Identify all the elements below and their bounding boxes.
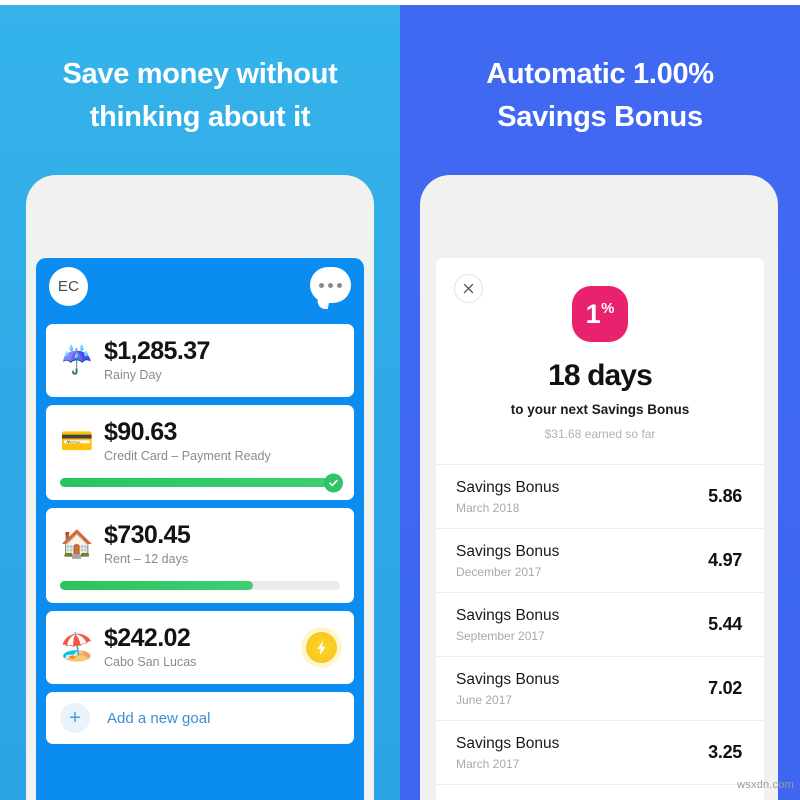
- right-headline-line-2: Savings Bonus: [497, 101, 703, 133]
- ellipsis-dot: [319, 282, 324, 288]
- goal-card-main: 🏖️ $242.02 Cabo San Lucas: [60, 624, 340, 671]
- chat-bubble-ellipsis-icon[interactable]: [310, 267, 351, 303]
- goal-label: Rainy Day: [104, 368, 162, 382]
- transaction-amount: 5.44: [708, 614, 742, 634]
- transaction-text: Savings Bonus September 2017: [456, 606, 559, 644]
- bonus-rate-badge: 1 %: [572, 286, 628, 342]
- goal-progress-bar: [60, 473, 343, 492]
- goal-card-list: ☔ $1,285.37 Rainy Day 💳 $90.63 Credit Ca…: [36, 324, 364, 744]
- transaction-text: Savings Bonus March 2018: [456, 478, 559, 516]
- days-subtitle: to your next Savings Bonus: [510, 402, 690, 417]
- goal-label: Rent – 12 days: [104, 552, 189, 566]
- transaction-amount: 5.86: [708, 486, 742, 506]
- house-icon: 🏠: [60, 529, 94, 559]
- goal-card[interactable]: ☔ $1,285.37 Rainy Day: [46, 324, 354, 397]
- transaction-text: Savings Bonus December 2017: [456, 542, 559, 580]
- goal-label: Cabo San Lucas: [104, 655, 197, 669]
- transaction-title: Savings Bonus: [456, 606, 560, 624]
- transaction-amount: 7.02: [708, 678, 742, 698]
- transaction-text: Savings Bonus March 2017: [456, 734, 559, 772]
- top-white-strip: [0, 0, 800, 5]
- transaction-date: June 2017: [456, 692, 513, 707]
- goal-card-main: 🏠 $730.45 Rent – 12 days: [60, 521, 340, 568]
- transaction-title: Savings Bonus: [456, 542, 560, 560]
- add-new-goal-button[interactable]: + Add a new goal: [46, 692, 354, 744]
- goal-amount: $730.45: [104, 521, 191, 549]
- ellipsis-dot: [328, 282, 333, 288]
- days-headline: 18 days: [548, 359, 653, 392]
- earned-note: $31.68 earned so far: [544, 427, 656, 441]
- right-headline-line-1: Automatic 1.00%: [486, 58, 714, 90]
- ellipsis-dot: [337, 282, 342, 288]
- transaction-text: Savings Bonus June 2017: [456, 670, 559, 708]
- goal-card[interactable]: 💳 $90.63 Credit Card – Payment Ready: [46, 405, 354, 500]
- lightning-bolt-icon[interactable]: [306, 632, 337, 663]
- goal-progress-fill: [60, 581, 254, 590]
- goal-amount: $90.63: [104, 418, 177, 446]
- goal-card-main: ☔ $1,285.37 Rainy Day: [60, 337, 340, 384]
- transaction-date: March 2017: [456, 756, 520, 771]
- goal-card[interactable]: 🏠 $730.45 Rent – 12 days: [46, 508, 354, 603]
- savings-bonus-hero: 1 % 18 days to your next Savings Bonus $…: [436, 258, 764, 465]
- table-row[interactable]: Savings Bonus March 2017 3.25: [436, 721, 764, 785]
- goal-card-text: $242.02 Cabo San Lucas: [104, 624, 306, 671]
- left-headline: Save money without thinking about it: [0, 53, 400, 139]
- left-headline-line-1: Save money without: [62, 58, 338, 90]
- transaction-title: Savings Bonus: [456, 478, 560, 496]
- transaction-date: December 2017: [456, 564, 542, 579]
- table-row[interactable]: Savings Bonus December 2017 4.97: [436, 529, 764, 593]
- goal-card-main: 💳 $90.63 Credit Card – Payment Ready: [60, 418, 340, 465]
- bonus-rate-number: 1: [585, 298, 601, 329]
- savings-bonus-screen: 1 % 18 days to your next Savings Bonus $…: [436, 258, 764, 800]
- goal-card-text: $90.63 Credit Card – Payment Ready: [104, 418, 340, 465]
- add-new-goal-label: Add a new goal: [107, 709, 211, 727]
- transaction-title: Savings Bonus: [456, 734, 560, 752]
- close-x-icon[interactable]: [454, 274, 483, 303]
- goal-card-text: $1,285.37 Rainy Day: [104, 337, 340, 384]
- check-circle-icon: [324, 473, 343, 492]
- goal-progress-bar: [60, 581, 340, 590]
- transaction-amount: 4.97: [708, 550, 742, 570]
- left-headline-line-2: thinking about it: [89, 101, 311, 133]
- goal-amount: $1,285.37: [104, 337, 210, 365]
- goal-card-text: $730.45 Rent – 12 days: [104, 521, 340, 568]
- bonus-rate-symbol: %: [601, 300, 615, 317]
- watermark: wsxdn.com: [737, 779, 794, 791]
- transaction-date: September 2017: [456, 628, 545, 643]
- transaction-title: Savings Bonus: [456, 670, 560, 688]
- beach-with-umbrella-icon: 🏖️: [60, 632, 94, 662]
- table-row[interactable]: Savings Bonus March 2018 5.86: [436, 465, 764, 529]
- umbrella-with-rain-icon: ☔: [60, 345, 94, 375]
- table-row[interactable]: Savings Bonus September 2017 5.44: [436, 593, 764, 657]
- avatar[interactable]: EC: [49, 267, 88, 306]
- table-row[interactable]: Savings Bonus June 2017 7.02: [436, 657, 764, 721]
- credit-card-icon: 💳: [60, 426, 94, 456]
- goal-progress-fill: [60, 478, 340, 487]
- plus-icon: +: [60, 703, 90, 733]
- goal-label: Credit Card – Payment Ready: [104, 449, 271, 463]
- goal-card[interactable]: 🏖️ $242.02 Cabo San Lucas: [46, 611, 354, 684]
- transaction-list: Savings Bonus March 2018 5.86 Savings Bo…: [436, 465, 764, 785]
- goal-amount: $242.02: [104, 624, 191, 652]
- transaction-amount: 3.25: [708, 742, 742, 762]
- goals-app-screen: EC ☔ $1,285.37 Rainy Day 💳 $90.63 Credit…: [36, 258, 364, 800]
- transaction-date: March 2018: [456, 500, 520, 515]
- right-headline: Automatic 1.00% Savings Bonus: [400, 53, 800, 139]
- app-top-bar: EC: [36, 258, 364, 324]
- screenshot-stage: Save money without thinking about it Aut…: [0, 0, 800, 800]
